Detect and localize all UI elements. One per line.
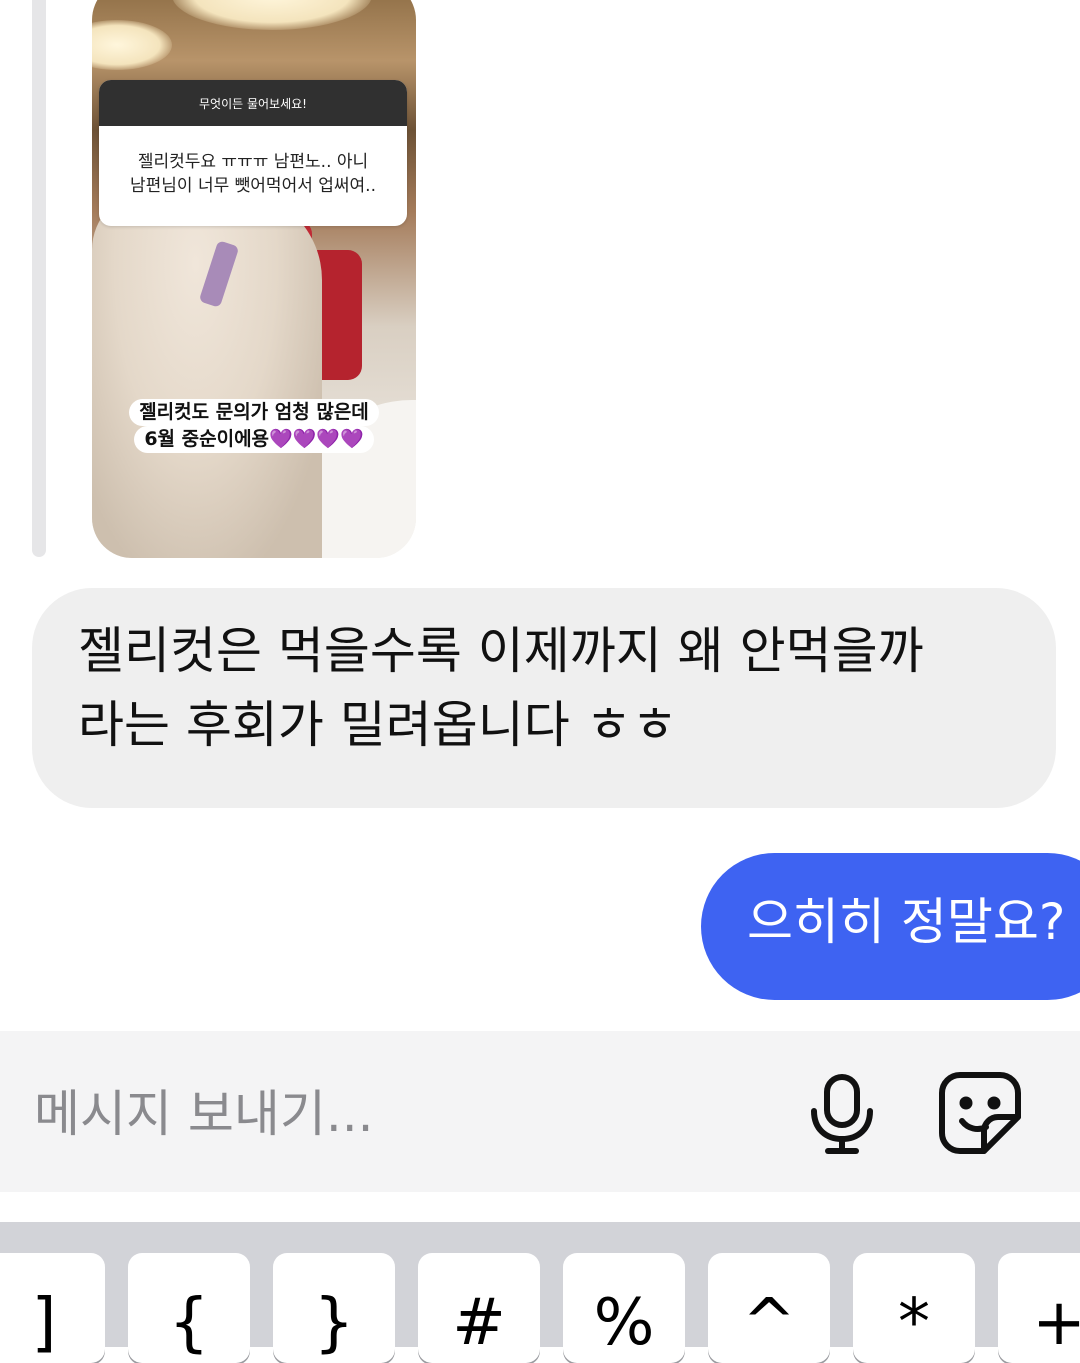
message-input[interactable] [34, 1079, 734, 1149]
sticker-icon[interactable] [938, 1071, 1022, 1155]
story-photo-person [92, 190, 322, 558]
story-caption: 젤리컷도 문의가 엄청 많은데 6월 중순이에용💜💜💜💜 [100, 399, 408, 453]
story-caption-line: 젤리컷도 문의가 엄청 많은데 [129, 399, 379, 426]
question-sticker-header: 무엇이든 물어보세요! [99, 80, 407, 126]
story-photo-lamp [92, 20, 172, 70]
story-question-sticker: 무엇이든 물어보세요! 젤리컷두요 ㅠㅠㅠ 남편노.. 아니 남편님이 너무 뺏… [99, 80, 407, 226]
story-photo-lamp [172, 0, 372, 30]
story-caption-line: 6월 중순이에용💜💜💜💜 [134, 426, 374, 453]
message-composer [0, 1031, 1080, 1192]
question-sticker-answer: 젤리컷두요 ㅠㅠㅠ 남편노.. 아니 남편님이 너무 뺏어먹어서 업써여.. [130, 152, 376, 196]
outgoing-message-bubble[interactable]: 으히히 정말요? [701, 853, 1080, 1000]
keyboard: ] { } # % ^ * + [0, 1222, 1080, 1363]
reply-thread-bar [32, 0, 46, 557]
incoming-message-bubble[interactable]: 젤리컷은 먹을수록 이제까지 왜 안먹을까 라는 후회가 밀려옵니다 ㅎㅎ [32, 588, 1056, 808]
microphone-icon[interactable] [800, 1071, 884, 1155]
